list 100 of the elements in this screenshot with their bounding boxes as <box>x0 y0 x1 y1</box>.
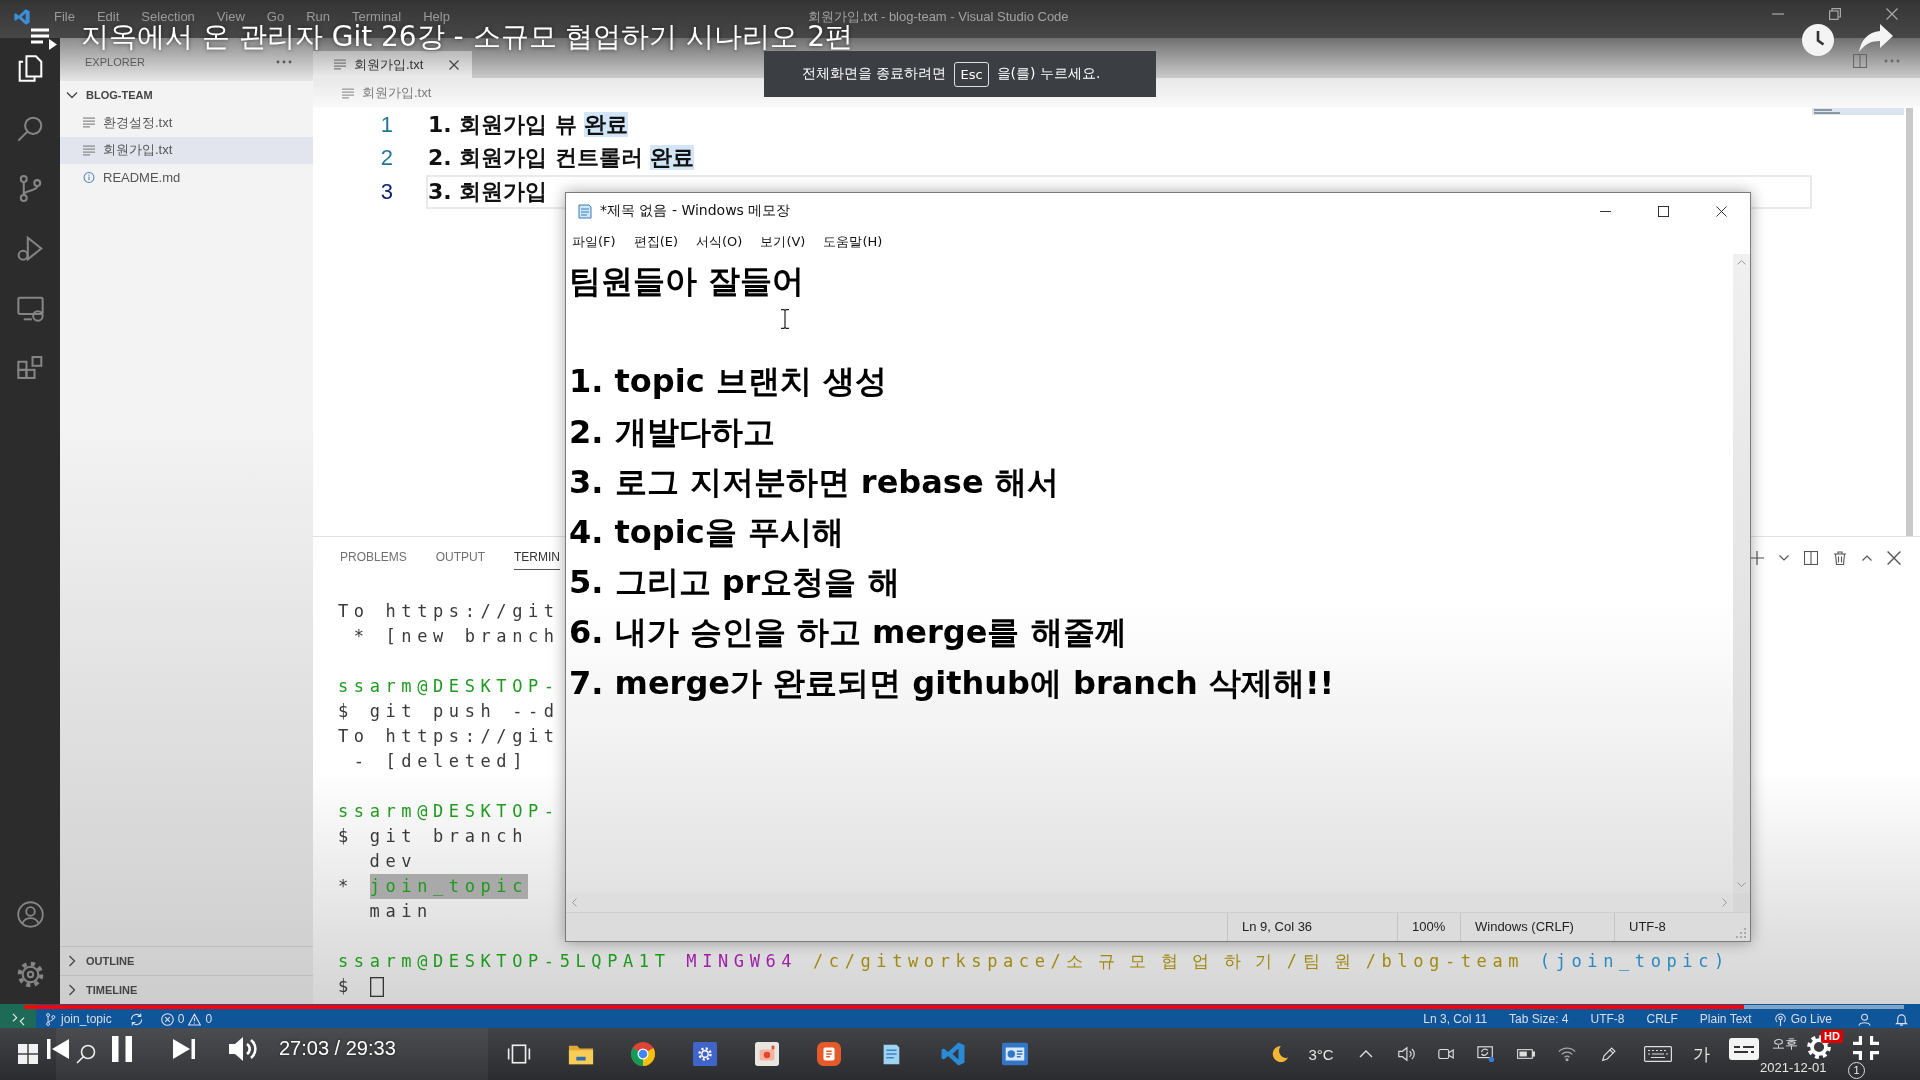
clock-date[interactable]: 2021-12-01 <box>1760 1060 1827 1076</box>
restore-icon[interactable] <box>1829 8 1841 20</box>
text-line: 3. 로그 지저분하면 rebase 해서 <box>569 461 1059 503</box>
problems-item[interactable]: 0 0 <box>152 1012 227 1026</box>
split-panel-icon[interactable] <box>1804 550 1818 565</box>
status-item[interactable]: CRLF <box>1638 1012 1692 1026</box>
branch-name: join_topic <box>369 874 528 899</box>
files-icon[interactable] <box>16 54 44 82</box>
card-app-icon[interactable] <box>1002 1042 1028 1066</box>
moon-icon[interactable] <box>1271 1045 1289 1063</box>
menu-item[interactable]: Edit <box>85 10 131 24</box>
close-icon[interactable] <box>1715 205 1727 217</box>
menu-item[interactable]: 편집(E) <box>633 232 678 251</box>
code-line: 2. 회원가입 컨트롤러 완료 <box>428 144 694 173</box>
volume-icon[interactable] <box>229 1036 259 1062</box>
weather-text[interactable]: 3°C <box>1308 1045 1334 1063</box>
text-lines-icon <box>83 144 95 156</box>
remote-button[interactable] <box>0 1004 36 1028</box>
tree-item[interactable]: 환경설정.txt <box>60 109 313 137</box>
exit-fullscreen-icon[interactable] <box>1852 1035 1880 1061</box>
person-icon[interactable] <box>1858 1012 1871 1026</box>
task-view-icon[interactable] <box>506 1042 532 1066</box>
playlist-icon[interactable] <box>30 27 58 51</box>
prompt-user-host: ssarm@DESKTOP-5LQPA1T <box>338 950 671 973</box>
chevron-down-icon[interactable] <box>1779 554 1789 561</box>
menu-item[interactable]: Help <box>412 10 461 24</box>
bell-icon[interactable] <box>1895 1012 1908 1026</box>
search-icon[interactable] <box>16 114 44 142</box>
run-debug-icon[interactable] <box>16 234 44 262</box>
status-item[interactable]: UTF-8 <box>1582 1012 1639 1026</box>
sidebar-title: EXPLORER <box>85 56 145 68</box>
status-item[interactable]: Ln 3, Col 11 <box>1415 1012 1502 1026</box>
video-title[interactable]: 지옥에서 온 관리자 Git 26강 - 소규모 협업하기 시나리오 2편 <box>81 23 854 51</box>
status-text: 100% <box>1397 913 1460 941</box>
clock-time[interactable]: 오후 <box>1772 1036 1798 1052</box>
note-app-icon[interactable] <box>816 1042 842 1066</box>
chevron-up-icon[interactable] <box>1862 554 1872 561</box>
text-editor-area[interactable]: 팀원들아 잘들어 1. topic 브랜치 생성 2. 개발다하고 3. 로그 지저분하면 rebase 해서 4. topic을 푸시해 5. 그리고 pr요청을 해 6. 내가 승인을 하고 merge를 해줄께 7. merge가 완료되면 github에 branch 삭제해!! <box>566 254 1733 893</box>
menu-item[interactable]: 서식(O) <box>696 232 743 251</box>
more-icon[interactable] <box>276 60 292 64</box>
input-method-text[interactable]: 가 <box>1692 1042 1710 1066</box>
prompt-symbol: $ <box>338 975 354 998</box>
status-item[interactable]: Tab Size: 4 <box>1501 1012 1583 1026</box>
prompt-path: /c/gitworkspace/소규모협업하기/팀원/blog-team <box>813 950 1525 973</box>
resize-grip-icon[interactable] <box>1736 928 1746 938</box>
menu-item[interactable]: Selection <box>130 10 206 24</box>
text-line: 5. 그리고 pr요청을 해 <box>569 562 900 604</box>
terminal-text: $ git branch <box>338 825 529 848</box>
text-lines-icon <box>342 87 354 99</box>
start-icon[interactable] <box>18 1044 38 1064</box>
display-icon[interactable] <box>1477 1045 1495 1063</box>
panel-tab[interactable]: TERMIN <box>514 545 561 570</box>
pen-icon[interactable] <box>1600 1045 1618 1063</box>
keyboard-icon[interactable] <box>1644 1046 1672 1062</box>
panel-tab[interactable]: PROBLEMS <box>340 545 407 570</box>
pause-icon[interactable] <box>112 1036 132 1062</box>
folder-item[interactable]: BLOG-TEAM <box>60 81 313 109</box>
speaker-icon[interactable] <box>1397 1045 1415 1063</box>
close-icon[interactable] <box>1886 8 1898 20</box>
trash-icon[interactable] <box>1833 550 1847 565</box>
clock-icon[interactable] <box>1802 24 1834 56</box>
menu-item[interactable]: 보기(V) <box>760 232 806 251</box>
prompt-user-host: ssarm@DESKTOP- <box>338 800 560 823</box>
wifi-icon[interactable] <box>1558 1045 1576 1063</box>
tree-item[interactable]: 회원가입.txt <box>60 136 313 164</box>
monitor-icon[interactable] <box>16 294 44 322</box>
maximize-icon[interactable] <box>1657 205 1669 217</box>
status-item[interactable]: Plain Text <box>1691 1012 1766 1026</box>
section-header[interactable]: OUTLINE <box>60 946 313 975</box>
close-icon[interactable] <box>1887 550 1901 565</box>
sync-icon[interactable] <box>129 1012 143 1026</box>
share-arrow-icon[interactable] <box>1858 24 1894 52</box>
branch-name: dev <box>369 850 418 873</box>
next-icon[interactable] <box>173 1039 195 1059</box>
go-live-button[interactable]: Go Live <box>1765 1012 1846 1026</box>
previous-icon[interactable] <box>47 1039 69 1059</box>
close-icon[interactable] <box>449 59 460 70</box>
scrollbar[interactable] <box>1906 108 1913 536</box>
menu-item[interactable]: View <box>205 10 256 24</box>
menu-item[interactable]: Run <box>295 10 341 24</box>
panel-tab[interactable]: OUTPUT <box>435 545 486 570</box>
search-field[interactable] <box>56 1028 488 1080</box>
add-icon[interactable] <box>1750 550 1764 565</box>
notepad-icon <box>577 203 593 219</box>
menu-item[interactable]: 파일(F) <box>572 232 616 251</box>
menu-item[interactable]: File <box>43 10 86 24</box>
branch-item[interactable]: join_topic <box>36 1012 126 1026</box>
blocks-icon[interactable] <box>16 354 44 382</box>
gear-app-icon[interactable] <box>692 1042 718 1066</box>
menu-item[interactable]: Terminal <box>341 10 413 24</box>
code-editor-icon[interactable] <box>940 1042 966 1066</box>
editor-tab[interactable]: 회원가입.txt <box>313 51 473 78</box>
camera-app-icon[interactable] <box>754 1042 780 1066</box>
menu-item[interactable]: Go <box>255 10 296 24</box>
tree-item[interactable]: README.md <box>60 164 313 192</box>
account-icon[interactable] <box>16 900 44 928</box>
split-editor-icon[interactable] <box>1853 54 1867 68</box>
menu-item[interactable]: 도움말(H) <box>823 232 883 251</box>
subtitles-icon[interactable] <box>1729 1038 1759 1060</box>
browser-icon[interactable] <box>630 1042 656 1066</box>
